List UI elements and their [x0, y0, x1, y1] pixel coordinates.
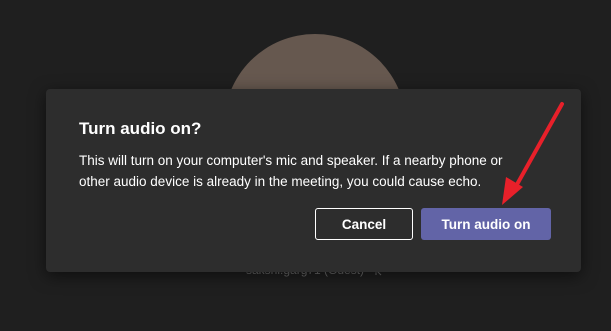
turn-audio-on-dialog: Turn audio on? This will turn on your co… — [46, 89, 581, 272]
dialog-message: This will turn on your computer's mic an… — [79, 153, 503, 189]
meeting-stage: sakshi.garg71 (Guest) Turn audio on? Thi… — [0, 0, 611, 331]
turn-audio-on-button[interactable]: Turn audio on — [421, 208, 551, 240]
cancel-button[interactable]: Cancel — [315, 208, 413, 240]
dialog-title: Turn audio on? — [79, 119, 202, 138]
